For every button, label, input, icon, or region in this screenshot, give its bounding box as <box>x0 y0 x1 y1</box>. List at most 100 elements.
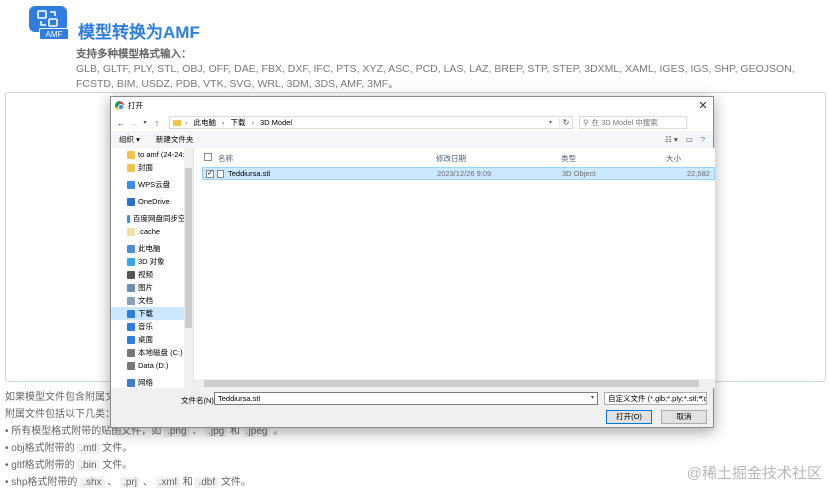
filename-field[interactable]: Teddiursa.stl ▾ <box>214 392 598 405</box>
file-date: 2023/12/26 9:09 <box>437 169 492 178</box>
chevron-down-icon[interactable]: ▾ <box>591 393 594 404</box>
open-file-dialog: 打开 ✕ ← → ▾ ↑ › 此电脑 › 下载 › 3D Model ▾ ↻ ⚲… <box>110 96 715 428</box>
column-type[interactable]: 类型 <box>561 153 576 164</box>
sidebar-item-label: 视频 <box>138 270 153 279</box>
sidebar-scrollbar[interactable] <box>184 148 193 388</box>
preview-pane-icon[interactable]: ▭ <box>686 135 693 144</box>
scroll-thumb[interactable] <box>185 168 192 328</box>
sidebar-item-label: 桌面 <box>138 335 153 344</box>
sidebar-item[interactable]: to amf (24-24: <box>111 148 193 161</box>
bullet-text: 、 <box>142 477 153 488</box>
ext-code: .bin <box>77 460 100 471</box>
open-button[interactable]: 打开(O) <box>606 410 652 424</box>
sidebar-item[interactable]: 文档 <box>111 294 193 307</box>
breadcrumb-3d-model[interactable]: 3D Model <box>260 118 292 127</box>
close-button[interactable]: ✕ <box>693 99 713 112</box>
drive-icon <box>127 361 135 370</box>
sidebar-item[interactable]: 音乐 <box>111 320 193 333</box>
bullet-text: 文件。 <box>102 460 133 471</box>
bullet-text: • gltf格式附带的 <box>5 460 75 471</box>
header: AMF 模型转换为AMF <box>27 6 200 43</box>
file-checkbox[interactable]: ✓ <box>206 170 214 178</box>
recent-dropdown-icon[interactable]: ▾ <box>139 119 151 126</box>
column-headers: 名称 修改日期 类型 大小 <box>194 148 715 165</box>
chevron-right-icon[interactable]: › <box>252 118 255 127</box>
notes-bullet: • obj格式附带的 .mtl 文件。 <box>5 440 283 457</box>
sidebar-item[interactable]: 百度网盘同步空间 <box>111 212 193 225</box>
new-folder-button[interactable]: 新建文件夹 <box>156 134 194 145</box>
drive-icon <box>127 348 135 357</box>
stl-file-icon <box>217 170 224 178</box>
back-arrow-icon[interactable]: ← <box>115 118 127 128</box>
sidebar-item-label: 文档 <box>138 296 153 305</box>
file-list: 名称 修改日期 类型 大小 ✓ Teddiursa.stl 2023/12/26… <box>194 148 715 388</box>
dialog-body: to amf (24-24: 封面 WPS云盘 OneDrive 百度网盘同步空间 .ca… <box>111 148 715 388</box>
up-arrow-icon[interactable]: ↑ <box>151 118 163 128</box>
filename-label: 文件名(N): <box>181 396 216 405</box>
network-icon <box>127 378 135 387</box>
baidu-icon <box>127 214 130 223</box>
sidebar-item-label: 3D 对象 <box>138 257 165 266</box>
sidebar-item-label: Data (D:) <box>138 361 169 370</box>
column-size[interactable]: 大小 <box>666 153 681 164</box>
breadcrumb-downloads[interactable]: 下载 <box>231 117 246 128</box>
refresh-icon[interactable]: ↻ <box>559 118 572 127</box>
sidebar-item[interactable]: .cache <box>111 225 193 238</box>
search-input[interactable]: ⚲ 在 3D Model 中搜索 <box>579 116 687 129</box>
view-options-icon[interactable]: ☷ ▾ <box>665 135 678 144</box>
file-name[interactable]: Teddiursa.stl <box>228 169 270 178</box>
chevron-right-icon[interactable]: › <box>185 118 188 127</box>
folder-icon <box>127 150 135 159</box>
chevron-down-icon[interactable]: ▾ <box>549 119 559 126</box>
scroll-thumb[interactable] <box>204 380 699 387</box>
sidebar-item[interactable]: 此电脑 <box>111 242 193 255</box>
sidebar-item[interactable]: 图片 <box>111 281 193 294</box>
cloud-icon <box>127 197 135 206</box>
folder-icon <box>127 163 135 172</box>
supported-formats: 支持多种模型格式输入： GLB, GLTF, PLY, STL, OBJ, OF… <box>76 47 816 92</box>
computer-icon <box>127 244 135 253</box>
navigation-pane: to amf (24-24: 封面 WPS云盘 OneDrive 百度网盘同步空间 .ca… <box>111 148 194 388</box>
horizontal-scrollbar[interactable] <box>194 379 715 388</box>
sidebar-item[interactable]: 封面 <box>111 161 193 174</box>
dialog-title: 打开 <box>128 101 143 110</box>
convert-icon <box>37 10 58 27</box>
filetype-select[interactable]: 自定义文件 (*.glb;*.ply;*.stl;*.c ▾ <box>604 392 707 405</box>
sidebar-item[interactable]: WPS云盘 <box>111 178 193 191</box>
column-name[interactable]: 名称 <box>218 153 233 164</box>
column-date[interactable]: 修改日期 <box>436 153 466 164</box>
sidebar-item-label: 网络 <box>138 378 153 387</box>
ext-code: .dbf <box>195 477 219 488</box>
dialog-footer: 文件名(N): Teddiursa.stl ▾ 自定义文件 (*.glb;*.p… <box>111 390 715 428</box>
sidebar-item[interactable]: 网络 <box>111 376 193 388</box>
filetype-value: 自定义文件 (*.glb;*.ply;*.stl;*.c <box>608 394 707 403</box>
chevron-right-icon[interactable]: › <box>222 118 225 127</box>
sidebar-item[interactable]: Data (D:) <box>111 359 193 372</box>
sidebar-item[interactable]: 视频 <box>111 268 193 281</box>
sidebar-item[interactable]: OneDrive <box>111 195 193 208</box>
help-icon[interactable]: ? <box>701 135 705 144</box>
sidebar-item[interactable]: 桌面 <box>111 333 193 346</box>
notes-bullet: • gltf格式附带的 .bin 文件。 <box>5 457 283 474</box>
organize-button[interactable]: 组织 ▾ <box>119 134 140 145</box>
sidebar-item[interactable]: 下载 <box>111 307 193 320</box>
table-row[interactable]: ✓ Teddiursa.stl 2023/12/26 9:09 3D Objec… <box>202 167 715 180</box>
sidebar-item-label: 此电脑 <box>138 244 161 253</box>
file-type: 3D Object <box>562 169 596 178</box>
bullet-text: 、 <box>107 477 118 488</box>
bullet-text: 和 <box>182 477 193 488</box>
bullet-text: 文件。 <box>102 443 133 454</box>
cloud-icon <box>127 180 135 189</box>
select-all-checkbox[interactable] <box>204 153 212 161</box>
page-title: 模型转换为AMF <box>78 23 200 42</box>
sidebar-item-label: 音乐 <box>138 322 153 331</box>
sidebar-item[interactable]: 本地磁盘 (C:) <box>111 346 193 359</box>
breadcrumb-this-pc[interactable]: 此电脑 <box>194 117 217 128</box>
address-bar[interactable]: › 此电脑 › 下载 › 3D Model ▾ ↻ <box>169 116 573 129</box>
sidebar-item-label: 本地磁盘 (C:) <box>138 348 183 357</box>
cancel-button[interactable]: 取消 <box>661 410 707 424</box>
sidebar-item[interactable]: 3D 对象 <box>111 255 193 268</box>
forward-arrow-icon[interactable]: → <box>127 118 139 128</box>
formats-label: 支持多种模型格式输入： <box>76 48 192 60</box>
chevron-down-icon[interactable]: ▾ <box>700 393 703 404</box>
